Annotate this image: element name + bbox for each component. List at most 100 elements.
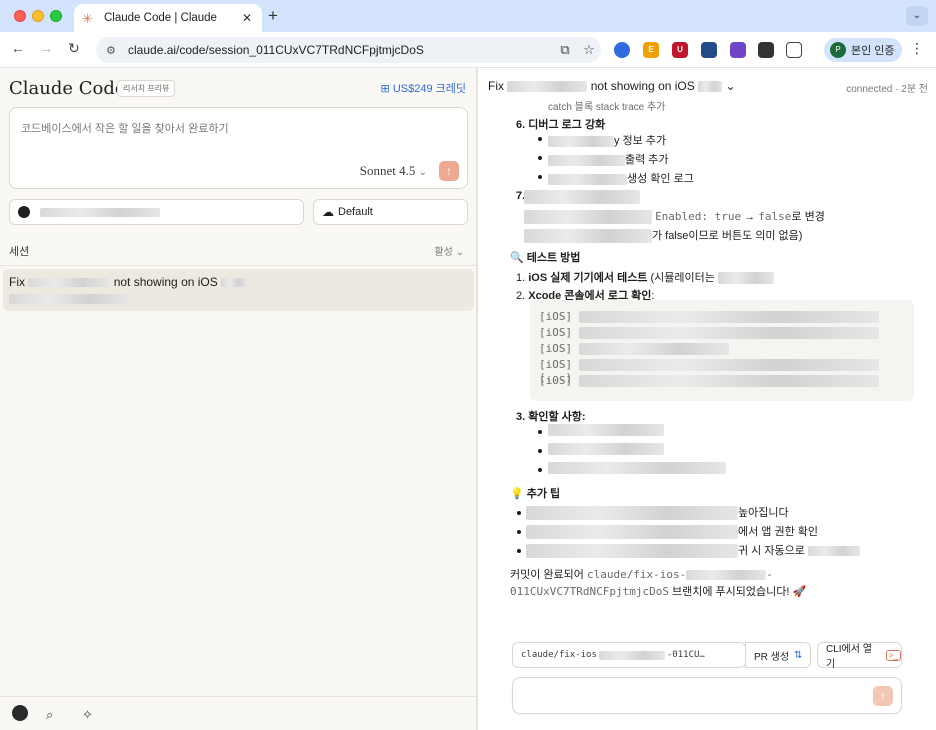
redacted-text [524,190,640,204]
browser-tab[interactable]: ✳ Claude Code | Claude ✕ [74,4,262,32]
model-select[interactable]: Sonnet 4.5 ⌄ [360,163,427,179]
section-heading: 🔍 테스트 방법 [510,252,581,264]
session-title[interactable]: Fix not showing on iOS ⌄ [488,79,736,93]
chevron-down-icon: ⌄ [725,79,736,93]
extension-icon[interactable] [701,42,717,58]
bookmark-star-icon[interactable]: ☆ [577,42,601,58]
redacted-text [28,278,111,288]
back-icon[interactable]: ← [8,40,28,56]
code-line: [iOS] [539,342,729,355]
forward-icon[interactable]: → [36,40,56,56]
bullet [517,530,521,534]
sessions-filter[interactable]: 활성 ⌄ [434,243,464,258]
bullet [517,549,521,553]
list-item: 귀 시 자동으로 [526,542,860,559]
tab-search-icon[interactable]: ⌄ [906,6,928,26]
reload-icon[interactable]: ↻ [64,40,84,57]
list-item: 생성 확인 로그 [548,170,694,186]
tab-strip: ✳ Claude Code | Claude ✕ + ⌄ [0,0,936,32]
list-item: 에서 앱 권한 확인 [526,523,818,540]
clipped-text: catch 블록 stack trace 추가 [548,102,666,113]
redacted-text [698,81,723,93]
repo-select-button[interactable] [9,199,304,225]
sessions-heading: 세션 [9,246,30,258]
profile-label: 본인 인증 [851,45,895,57]
bullet [538,449,542,453]
extension-icon[interactable]: E [643,42,659,58]
cloud-icon: ☁ [322,205,334,219]
environment-select-button[interactable]: ☁ Default [313,199,468,225]
left-footer: ⌕ ✧ [0,696,477,730]
bullet [538,156,542,160]
extension-icon[interactable] [730,42,746,58]
session-header: Fix not showing on iOS ⌄ connected · 2분 … [478,68,936,104]
code-block: [iOS] [iOS] [iOS] [iOS] (...) [iOS] [530,300,914,401]
credit-label: US$249 크레딧 [392,83,466,95]
profile-button[interactable]: P 본인 인증 [824,38,902,62]
code-line: [iOS] [539,326,879,339]
extension-icon[interactable] [758,42,774,58]
redacted-text [548,462,726,475]
sidebar-pane: Claude Code 리서치 프리뷰 ⊞ US$249 크레딧 코드베이스에서… [0,68,477,730]
list-item: 1. iOS 실제 기기에서 테스트 (시뮬레이터는 [516,269,774,285]
window-minimize-button[interactable] [32,10,44,22]
list-item: 가 false이므로 버튼도 의미 없음) [524,227,802,244]
avatar: P [830,42,846,58]
redacted-repo-name [40,207,160,217]
bullet [517,511,521,515]
avatar[interactable] [12,705,28,721]
branch-chip[interactable]: claude/fix-ios -011CU… [512,642,746,668]
chat-icon[interactable]: ⌕ [46,707,53,723]
address-bar[interactable]: ⚙ claude.ai/code/session_011CUxVC7TRdNCF… [96,37,601,63]
browser-menu-icon[interactable]: ⋮ [910,40,924,57]
sessions-filter-label: 활성 [434,247,453,258]
model-label: Sonnet 4.5 [359,163,416,178]
reply-input[interactable]: ↑ [512,677,902,714]
divider [0,265,477,266]
list-item: y 정보 추가 [548,132,666,148]
window-zoom-button[interactable] [50,10,62,22]
pull-request-icon: ⇅ [794,649,803,661]
preview-badge: 리서치 프리뷰 [117,80,176,97]
code-line: [iOS] [539,310,879,323]
browser-toolbar: ← → ↻ ⚙ claude.ai/code/session_011CUxVC7… [0,32,936,68]
send-button[interactable]: ↑ [439,161,459,181]
redacted-text [507,81,588,93]
settings-icon[interactable]: ✧ [82,707,93,723]
app-title: Claude Code [9,78,126,99]
create-pr-button[interactable]: PR 생성 ⇅ [745,642,811,668]
new-tab-icon[interactable]: + [268,6,278,26]
task-prompt-input[interactable]: 코드베이스에서 작은 할 일을 찾아서 완료하기 Sonnet 4.5 ⌄ ↑ [9,107,468,189]
session-title-start: Fix [9,275,25,289]
claude-favicon-icon: ✳ [82,10,93,26]
url-text[interactable]: claude.ai/code/session_011CUxVC7TRdNCFpj… [128,43,553,57]
extension-icon[interactable] [614,42,630,58]
redacted-text [9,293,129,304]
session-pane: Fix not showing on iOS ⌄ connected · 2분 … [478,68,936,730]
section-heading: 💡 추가 팁 [510,488,561,500]
redacted-text [548,424,664,437]
window-close-button[interactable] [14,10,26,22]
send-button[interactable]: ↑ [873,686,893,706]
chevron-down-icon: ⌄ [452,247,464,258]
list-item: 3. 확인할 사항: [516,411,586,423]
list-item: 출력 추가 [548,151,669,167]
credit-link[interactable]: ⊞ US$249 크레딧 [381,80,466,96]
bullet [538,468,542,472]
bullet [538,137,542,141]
site-info-icon[interactable]: ⚙ [106,44,124,57]
tab-close-icon[interactable]: ✕ [240,11,254,25]
extensions-puzzle-icon[interactable] [786,42,802,58]
redacted-text [548,443,664,456]
redacted-text [221,278,248,288]
open-in-cli-button[interactable]: CLI에서 열기 >_ [817,642,902,670]
github-icon [18,206,30,218]
prompt-placeholder: 코드베이스에서 작은 할 일을 찾아서 완료하기 [21,123,229,135]
list-item: Enabled: true → false로 변경 [524,208,825,225]
install-app-icon[interactable]: ⧉ [553,42,577,58]
ublock-extension-icon[interactable]: U [672,42,688,58]
session-item[interactable]: Fix not showing on iOS [3,269,474,311]
bullet [538,430,542,434]
redacted-text [598,650,665,660]
list-item: 높아집니다 [526,504,789,521]
